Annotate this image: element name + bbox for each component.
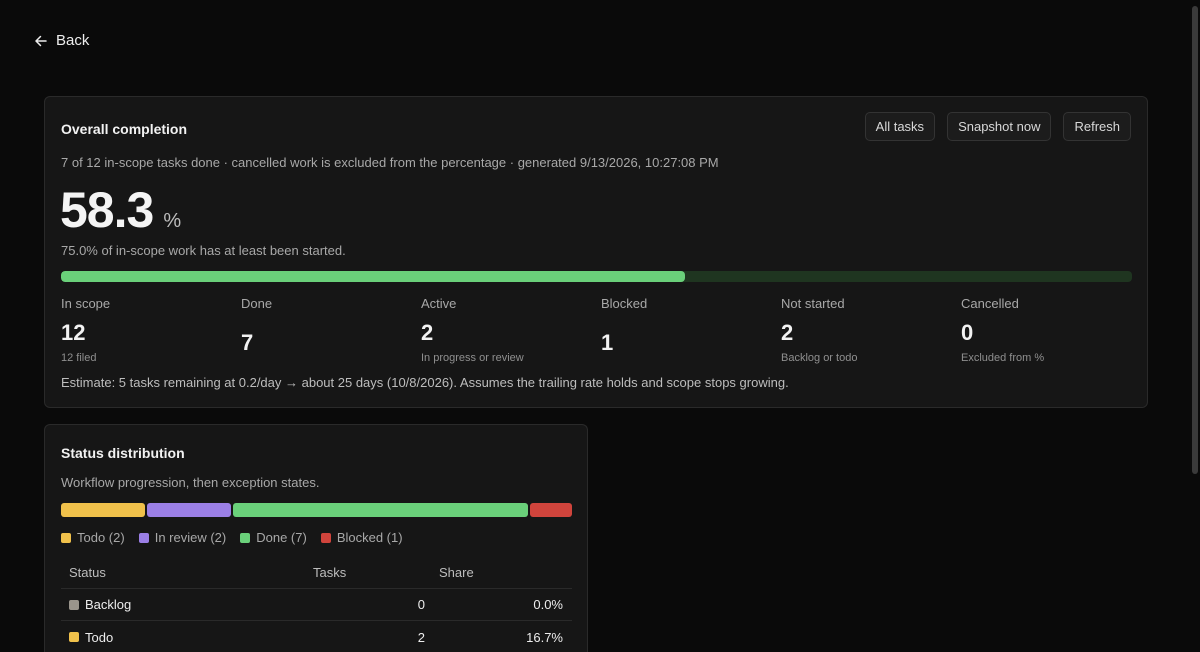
- page-scrollbar[interactable]: [1192, 6, 1198, 474]
- completion-percentage: 58.3 %: [60, 181, 181, 239]
- arrow-left-icon: [35, 35, 47, 46]
- status-cell: Backlog: [61, 597, 305, 612]
- card-subtitle: Workflow progression, then exception sta…: [61, 475, 320, 490]
- percentage-value: 58.3: [60, 182, 154, 238]
- stat-value: 0: [961, 320, 974, 345]
- column-header-share: Share: [439, 565, 474, 580]
- status-name: Backlog: [85, 597, 132, 612]
- status-swatch: [69, 599, 79, 610]
- back-button[interactable]: Back: [34, 32, 89, 49]
- stat-value: 7: [241, 330, 254, 355]
- status-legend: Todo (2) In review (2) Done (7) Blocked (1): [61, 530, 403, 545]
- stat-item: Blocked 1: [601, 296, 781, 364]
- stat-label: Cancelled: [961, 296, 1019, 311]
- stats-row: In scope 12 12 filed Done 7 Active 2 In progres…: [61, 296, 1141, 364]
- legend-item: In review (2): [138, 530, 227, 545]
- stat-value: 12: [61, 320, 86, 345]
- status-table: Status Tasks Share Backlog 0 0.0% Todo 2 16.7…: [61, 557, 572, 652]
- legend-swatch: [320, 532, 331, 543]
- stat-note: 12 filed: [61, 352, 97, 364]
- legend-label: Done (7): [256, 530, 307, 545]
- stat-label: Blocked: [601, 296, 648, 311]
- stat-note: Excluded from %: [961, 352, 1045, 364]
- snapshot-now-button[interactable]: Snapshot now: [947, 112, 1052, 141]
- legend-item: Blocked (1): [320, 530, 403, 545]
- card-actions: All tasks Snapshot now Refresh: [864, 112, 1131, 141]
- status-distribution-card: Status distribution Workflow progression…: [44, 424, 588, 652]
- status-stacked-bar: [61, 503, 572, 517]
- tasks-cell: 2: [417, 629, 425, 645]
- column-header-status: Status: [69, 565, 106, 580]
- overall-completion-card: Overall completion All tasks Snapshot no…: [44, 96, 1148, 408]
- card-title: Status distribution: [61, 445, 185, 461]
- column-header-tasks: Tasks: [313, 565, 347, 580]
- status-segment: [529, 503, 572, 517]
- all-tasks-button[interactable]: All tasks: [864, 112, 936, 141]
- status-cell: Todo: [61, 630, 305, 645]
- table-row: Backlog 0 0.0%: [61, 589, 572, 621]
- stat-value: 1: [601, 330, 614, 355]
- status-segment: [233, 503, 528, 517]
- table-row: Todo 2 16.7%: [61, 621, 572, 652]
- stat-value: 2: [421, 320, 434, 345]
- legend-item: Done (7): [240, 530, 307, 545]
- legend-item: Todo (2): [61, 530, 125, 545]
- completion-progress-bar: [61, 271, 1132, 282]
- legend-swatch: [138, 532, 149, 543]
- legend-swatch: [61, 532, 71, 543]
- started-note: 75.0% of in-scope work has at least been…: [61, 243, 346, 258]
- status-name: Todo: [85, 629, 114, 645]
- legend-label: Todo (2): [77, 530, 125, 545]
- legend-swatch: [240, 532, 251, 543]
- legend-label: Blocked (1): [336, 530, 403, 545]
- table-header: Status Tasks Share: [61, 557, 572, 589]
- status-segment: [61, 503, 146, 517]
- stat-item: In scope 12 12 filed: [61, 296, 241, 364]
- stat-note: In progress or review: [421, 352, 524, 364]
- percentage-unit: %: [163, 210, 182, 232]
- share-cell: 0.0%: [533, 597, 563, 612]
- stat-item: Done 7: [241, 296, 421, 364]
- back-label: Back: [56, 32, 90, 49]
- stat-item: Active 2 In progress or review: [421, 296, 601, 364]
- status-swatch: [69, 632, 79, 642]
- completion-summary: 7 of 12 in-scope tasks done · cancelled …: [61, 155, 719, 170]
- stat-value: 2: [781, 320, 794, 345]
- tasks-cell: 0: [417, 597, 425, 612]
- refresh-button[interactable]: Refresh: [1063, 112, 1131, 141]
- stat-item: Cancelled 0 Excluded from %: [961, 296, 1141, 364]
- stat-label: Done: [241, 296, 273, 311]
- status-segment: [147, 503, 232, 517]
- completion-estimate: Estimate: 5 tasks remaining at 0.2/day →…: [61, 375, 789, 390]
- stat-label: Active: [421, 296, 457, 311]
- card-title: Overall completion: [61, 121, 188, 137]
- stat-label: In scope: [61, 296, 111, 311]
- share-cell: 16.7%: [526, 629, 563, 645]
- stat-item: Not started 2 Backlog or todo: [781, 296, 961, 364]
- stat-label: Not started: [781, 296, 845, 311]
- legend-label: In review (2): [154, 530, 227, 545]
- stat-note: Backlog or todo: [781, 352, 858, 364]
- progress-fill: [61, 271, 686, 282]
- table-body: Backlog 0 0.0% Todo 2 16.7%: [61, 589, 572, 652]
